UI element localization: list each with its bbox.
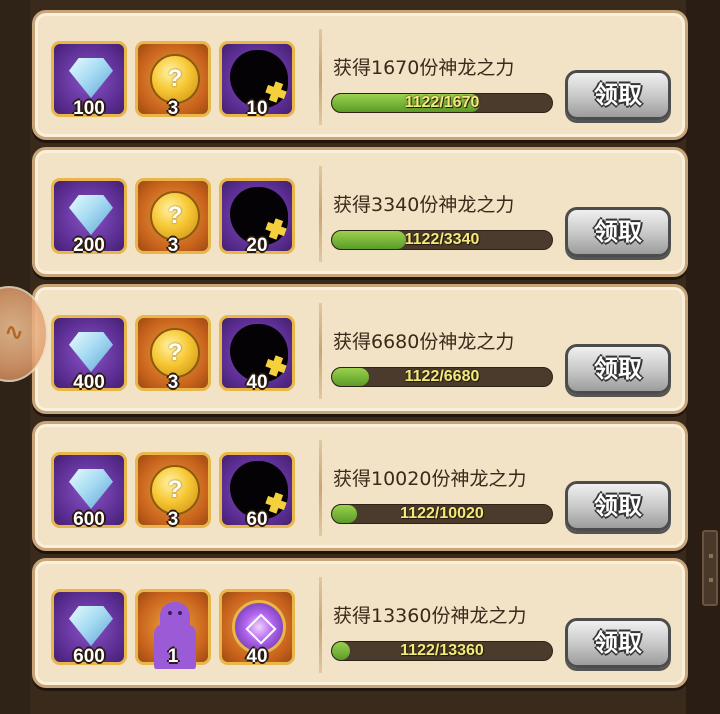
reward-goal-title: 获得3340份神龙之力 — [333, 194, 515, 216]
progress-text: 1122/6680 — [404, 368, 480, 385]
reward-item-cookie[interactable]: 1 — [135, 589, 211, 667]
right-background-strip — [686, 0, 720, 714]
progress-bar: 1122/10020 — [331, 504, 553, 524]
reward-goal-title: 获得13360份神龙之力 — [333, 605, 527, 627]
reward-goal-title: 获得6680份神龙之力 — [333, 331, 515, 353]
crystal-icon — [69, 606, 113, 646]
claim-button[interactable]: 领取 — [565, 618, 671, 668]
reward-item-emblem[interactable]: 40 — [219, 589, 295, 667]
reward-card: 400? 3 40 获得6680份神龙之力 1122/6680 领取 — [32, 284, 688, 414]
reward-item-shadow[interactable]: 10 — [219, 41, 295, 119]
card-divider — [319, 303, 322, 399]
item-count: 1 — [167, 646, 179, 667]
reward-items: 600? 3 60 — [51, 452, 317, 532]
item-count: 3 — [167, 98, 179, 119]
reward-item-coin[interactable]: ? 3 — [135, 452, 211, 530]
progress-bar: 1122/13360 — [331, 641, 553, 661]
reward-item-gem[interactable]: 100 — [51, 41, 127, 119]
reward-item-gem[interactable]: 600 — [51, 589, 127, 667]
reward-item-shadow[interactable]: 20 — [219, 178, 295, 256]
mystery-coin-icon: ? — [150, 191, 200, 241]
reward-card: 600? 3 60 获得10020份神龙之力 1122/10020 领取 — [32, 421, 688, 551]
reward-items: 400? 3 40 — [51, 315, 317, 395]
item-count: 40 — [246, 372, 268, 393]
reward-item-coin[interactable]: ? 3 — [135, 41, 211, 119]
claim-button[interactable]: 领取 — [565, 344, 671, 394]
progress-bar: 1122/6680 — [331, 367, 553, 387]
crystal-icon — [69, 469, 113, 509]
item-count: 40 — [246, 646, 268, 667]
reward-item-gem[interactable]: 400 — [51, 315, 127, 393]
reward-item-gem[interactable]: 600 — [51, 452, 127, 530]
item-count: 100 — [73, 98, 105, 119]
card-divider — [319, 440, 322, 536]
claim-button[interactable]: 领取 — [565, 207, 671, 257]
reward-card: 100? 3 10 获得1670份神龙之力 1122/1670 领取 — [32, 10, 688, 140]
reward-items: 600 1 40 — [51, 589, 317, 669]
item-count: 3 — [167, 235, 179, 256]
reward-item-coin[interactable]: ? 3 — [135, 178, 211, 256]
progress-bar: 1122/3340 — [331, 230, 553, 250]
mystery-coin-icon: ? — [150, 328, 200, 378]
claim-button[interactable]: 领取 — [565, 481, 671, 531]
item-count: 10 — [246, 98, 268, 119]
crystal-icon — [69, 195, 113, 235]
reward-item-shadow[interactable]: 40 — [219, 315, 295, 393]
reward-item-gem[interactable]: 200 — [51, 178, 127, 256]
card-divider — [319, 166, 322, 262]
reward-items: 200? 3 20 — [51, 178, 317, 258]
reward-goal-title: 获得1670份神龙之力 — [333, 57, 515, 79]
progress-text: 1122/13360 — [400, 642, 484, 659]
item-count: 3 — [167, 372, 179, 393]
item-count: 400 — [73, 372, 105, 393]
claim-button[interactable]: 领取 — [565, 70, 671, 120]
reward-card: 600 1 40 获得13360份神龙之力 1122/13360 领取 — [32, 558, 688, 688]
reward-card: 200? 3 20 获得3340份神龙之力 1122/3340 领取 — [32, 147, 688, 277]
item-count: 60 — [246, 509, 268, 530]
item-count: 3 — [167, 509, 179, 530]
crystal-icon — [69, 58, 113, 98]
progress-text: 1122/10020 — [400, 505, 484, 522]
crystal-icon — [69, 332, 113, 372]
reward-item-coin[interactable]: ? 3 — [135, 315, 211, 393]
reward-goal-title: 获得10020份神龙之力 — [333, 468, 527, 490]
reward-items: 100? 3 10 — [51, 41, 317, 121]
progress-text: 1122/1670 — [404, 94, 480, 111]
card-divider — [319, 577, 322, 673]
mystery-coin-icon: ? — [150, 465, 200, 515]
card-divider — [319, 29, 322, 125]
mystery-coin-icon: ? — [150, 54, 200, 104]
reward-list: 100? 3 10 获得1670份神龙之力 1122/1670 领取 200? 3 20 获得33… — [32, 10, 688, 695]
item-count: 200 — [73, 235, 105, 256]
progress-text: 1122/3340 — [404, 231, 480, 248]
progress-bar: 1122/1670 — [331, 93, 553, 113]
item-count: 20 — [246, 235, 268, 256]
reward-item-shadow[interactable]: 60 — [219, 452, 295, 530]
item-count: 600 — [73, 646, 105, 667]
item-count: 600 — [73, 509, 105, 530]
side-scroll-handle[interactable] — [702, 530, 718, 606]
